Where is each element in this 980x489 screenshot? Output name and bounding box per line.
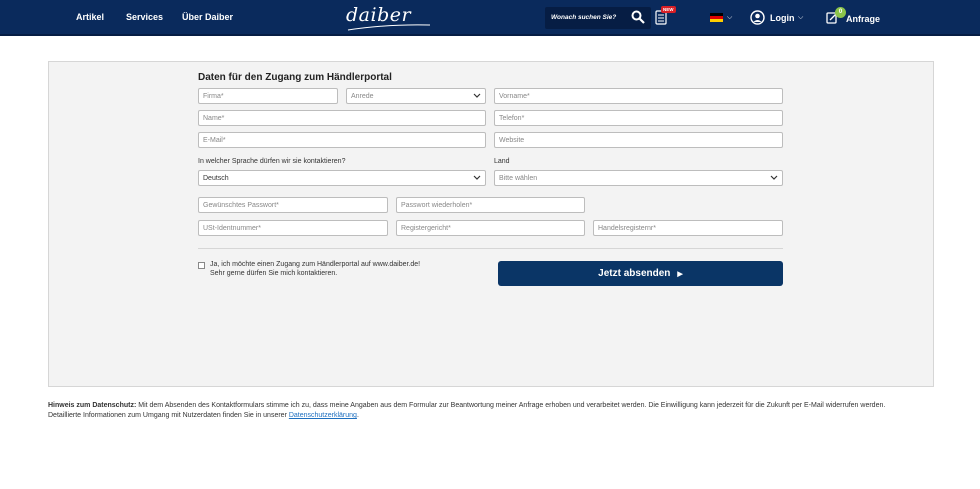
ust-id-field[interactable]: USt-Identnummer* — [198, 220, 388, 236]
website-field[interactable]: Website — [494, 132, 783, 148]
nav-services[interactable]: Services — [126, 12, 163, 22]
handelsregister-field[interactable]: Handelsregisternr* — [593, 220, 783, 236]
flag-de-icon[interactable] — [710, 13, 723, 22]
anfrage-link[interactable]: Anfrage — [846, 14, 880, 24]
vorname-field[interactable]: Vorname* — [494, 88, 783, 104]
language-select[interactable]: Deutsch — [198, 170, 486, 186]
language-chevron-down-icon[interactable]: ⌵ — [727, 14, 732, 22]
chevron-down-icon — [473, 93, 481, 98]
password-repeat-field[interactable]: Passwort wiederholen* — [396, 197, 585, 213]
language-select-value: Deutsch — [203, 175, 229, 182]
user-icon[interactable] — [750, 10, 765, 25]
logo-swoosh-icon — [347, 24, 431, 31]
form-title: Daten für den Zugang zum Händlerportal — [198, 72, 392, 83]
login-link[interactable]: Login — [770, 13, 795, 23]
nav-ueber-daiber[interactable]: Über Daiber — [182, 12, 233, 22]
anrede-select-value: Anrede — [351, 93, 374, 100]
request-count-badge: 0 — [835, 7, 846, 18]
privacy-notice: Hinweis zum Datenschutz: Mit dem Absende… — [48, 401, 908, 421]
privacy-heading: Hinweis zum Datenschutz: — [48, 402, 137, 409]
registergericht-field[interactable]: Registergericht* — [396, 220, 585, 236]
nav-artikel[interactable]: Artikel — [76, 12, 104, 22]
search-icon[interactable] — [631, 10, 645, 24]
telefon-field[interactable]: Telefon* — [494, 110, 783, 126]
email-field[interactable]: E-Mail* — [198, 132, 486, 148]
daiber-logo[interactable]: daiber — [346, 4, 411, 26]
consent-checkbox[interactable] — [198, 262, 205, 269]
chevron-down-icon — [473, 175, 481, 180]
land-label: Land — [494, 158, 510, 165]
land-select[interactable]: Bitte wählen — [494, 170, 783, 186]
chevron-down-icon — [770, 175, 778, 180]
land-select-placeholder: Bitte wählen — [499, 175, 538, 182]
submit-button-label: Jetzt absenden — [598, 268, 671, 279]
privacy-end: . — [356, 412, 359, 419]
submit-button[interactable]: Jetzt absenden ▶ — [498, 261, 783, 286]
consent-text: Ja, ich möchte einen Zugang zum Händlerp… — [210, 260, 420, 278]
consent-line-1: Ja, ich möchte einen Zugang zum Händlerp… — [210, 261, 421, 268]
anrede-select[interactable]: Anrede — [346, 88, 486, 104]
name-field[interactable]: Name* — [198, 110, 486, 126]
privacy-text: Mit dem Absenden des Kontaktformulars st… — [48, 402, 886, 419]
consent-line-2: Sehr gerne dürfen Sie mich kontaktieren. — [210, 270, 338, 277]
form-divider — [198, 248, 783, 249]
language-label: In welcher Sprache dürfen wir sie kontak… — [198, 158, 346, 165]
new-badge: NEW — [661, 6, 676, 13]
privacy-policy-link[interactable]: Datenschutzerklärung — [289, 412, 357, 419]
login-chevron-down-icon[interactable]: ⌵ — [798, 14, 803, 22]
arrow-right-icon: ▶ — [677, 271, 683, 278]
password-field[interactable]: Gewünschtes Passwort* — [198, 197, 388, 213]
search-placeholder: Wonach suchen Sie? — [551, 14, 617, 21]
firma-field[interactable]: Firma* — [198, 88, 338, 104]
